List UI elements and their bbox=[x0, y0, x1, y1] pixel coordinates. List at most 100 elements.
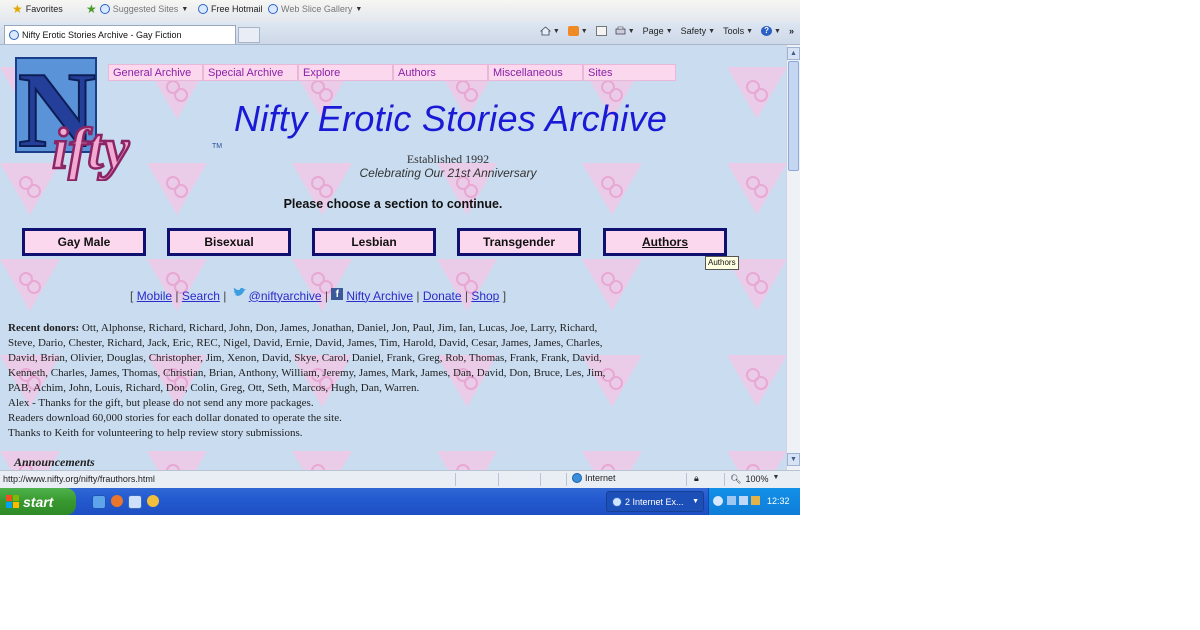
nav-authors[interactable]: Authors bbox=[393, 64, 488, 81]
ie-page-icon bbox=[99, 4, 110, 14]
vertical-scrollbar[interactable]: ▲ ▼ bbox=[786, 45, 800, 470]
favorites-star-icon: ★ bbox=[12, 2, 23, 16]
section-gay-male-button[interactable]: Gay Male bbox=[22, 228, 146, 256]
tools-menu-label: Tools bbox=[723, 26, 745, 36]
read-mail-button[interactable] bbox=[595, 26, 607, 36]
internet-explorer-task[interactable]: 2 Internet Ex... ▼ bbox=[606, 491, 704, 512]
quick-launch bbox=[92, 495, 159, 509]
task-label: 2 Internet Ex... bbox=[625, 496, 684, 507]
trademark-mark: TM bbox=[212, 143, 222, 150]
free-hotmail-link[interactable]: Free Hotmail bbox=[198, 4, 263, 14]
help-button[interactable]: ? ▼ bbox=[761, 26, 781, 36]
zoom-control[interactable]: 🔍︎ 100% ▼ bbox=[730, 474, 779, 485]
safety-menu-label: Safety bbox=[680, 26, 707, 36]
chevron-down-icon: ▼ bbox=[772, 474, 780, 481]
mobile-link[interactable]: Mobile bbox=[137, 289, 172, 303]
page-menu[interactable]: Page ▼ bbox=[643, 26, 673, 36]
background-triangle-icon bbox=[727, 67, 786, 119]
background-triangle-icon bbox=[582, 259, 642, 311]
authors-tooltip: Authors bbox=[705, 256, 739, 270]
top-nav: General Archive Special Archive Explore … bbox=[108, 64, 676, 82]
page-menu-label: Page bbox=[642, 26, 664, 36]
media-quicklaunch-icon[interactable] bbox=[147, 495, 159, 507]
scroll-thumb[interactable] bbox=[788, 61, 799, 171]
tab-row: Nifty Erotic Stories Archive - Gay Ficti… bbox=[0, 22, 800, 45]
firefox-quicklaunch-icon[interactable] bbox=[111, 495, 123, 507]
globe-icon bbox=[572, 473, 582, 483]
add-favorite-icon[interactable]: ★ bbox=[86, 3, 97, 15]
protected-mode-icon[interactable]: 🔒︎ bbox=[694, 473, 699, 484]
printer-icon bbox=[615, 26, 626, 35]
suggested-sites-label: Suggested Sites bbox=[112, 4, 179, 14]
scroll-down-button[interactable]: ▼ bbox=[787, 453, 800, 466]
ie-page-icon bbox=[268, 4, 278, 14]
quick-links: [ Mobile | Search | @niftyarchive | f Nif… bbox=[130, 285, 506, 303]
ie-quicklaunch-icon[interactable] bbox=[92, 495, 106, 509]
background-triangle-icon bbox=[147, 259, 207, 311]
desktop-quicklaunch-icon[interactable] bbox=[128, 495, 142, 509]
shop-link[interactable]: Shop bbox=[471, 289, 499, 303]
tab-title: Nifty Erotic Stories Archive - Gay Ficti… bbox=[22, 30, 182, 40]
print-button[interactable]: ▼ bbox=[615, 26, 635, 36]
web-slice-gallery-link[interactable]: Web Slice Gallery ▼ bbox=[268, 4, 362, 14]
tray-expand-icon[interactable] bbox=[713, 496, 723, 506]
twitter-link[interactable]: @niftyarchive bbox=[249, 289, 322, 303]
system-tray: 12:32 bbox=[708, 488, 800, 515]
donate-link[interactable]: Donate bbox=[423, 289, 462, 303]
chevron-down-icon: ▼ bbox=[355, 5, 363, 13]
background-triangle-icon bbox=[147, 451, 207, 470]
free-hotmail-label: Free Hotmail bbox=[211, 4, 263, 14]
section-authors-button[interactable]: Authors bbox=[603, 228, 727, 256]
twitter-bird-icon[interactable] bbox=[232, 285, 247, 300]
web-slice-gallery-label: Web Slice Gallery bbox=[281, 4, 353, 14]
nav-sites[interactable]: Sites bbox=[583, 64, 676, 81]
facebook-icon[interactable]: f bbox=[331, 287, 344, 300]
zoom-level: 100% bbox=[745, 474, 769, 484]
section-transgender-button[interactable]: Transgender bbox=[457, 228, 581, 256]
donors-block: Recent donors: Ott, Alphonse, Richard, R… bbox=[8, 321, 622, 441]
start-button[interactable]: start bbox=[0, 488, 76, 515]
nav-general-archive[interactable]: General Archive bbox=[108, 64, 203, 81]
suggested-sites-link[interactable]: ★ Suggested Sites ▼ bbox=[86, 3, 188, 15]
section-bisexual-button[interactable]: Bisexual bbox=[167, 228, 291, 256]
rss-icon bbox=[567, 26, 579, 36]
home-icon bbox=[539, 26, 551, 36]
safety-menu[interactable]: Safety ▼ bbox=[681, 26, 715, 36]
nav-miscellaneous[interactable]: Miscellaneous bbox=[488, 64, 583, 81]
feeds-button[interactable]: ▼ bbox=[567, 26, 588, 36]
section-lesbian-button[interactable]: Lesbian bbox=[312, 228, 436, 256]
facebook-link[interactable]: Nifty Archive bbox=[346, 289, 413, 303]
favorites-bar: ★ Favorites ★ Suggested Sites ▼ Free Hot… bbox=[0, 0, 800, 23]
nav-explore[interactable]: Explore bbox=[298, 64, 393, 81]
chevron-down-icon: ▼ bbox=[746, 27, 754, 35]
browser-tab[interactable]: Nifty Erotic Stories Archive - Gay Ficti… bbox=[4, 25, 236, 44]
mail-icon bbox=[595, 26, 607, 36]
established-text: Established 1992 bbox=[406, 152, 490, 166]
more-commands-button[interactable]: » bbox=[789, 26, 794, 36]
background-triangle-icon bbox=[437, 451, 497, 470]
nav-special-archive[interactable]: Special Archive bbox=[203, 64, 298, 81]
network-icon-2[interactable] bbox=[739, 496, 748, 505]
volume-icon[interactable] bbox=[751, 496, 760, 505]
windows-taskbar: start 2 Internet Ex... ▼ 12:32 bbox=[0, 488, 800, 515]
network-icon[interactable] bbox=[727, 496, 736, 505]
site-title: Nifty Erotic Stories Archive bbox=[234, 98, 668, 139]
donors-list: Ott, Alphonse, Richard, Richard, John, D… bbox=[8, 322, 606, 394]
background-triangle-icon bbox=[727, 451, 786, 470]
tools-menu[interactable]: Tools ▼ bbox=[723, 26, 753, 36]
chevron-down-icon: ▼ bbox=[665, 27, 673, 35]
home-button[interactable]: ▼ bbox=[539, 26, 560, 36]
start-label: start bbox=[23, 493, 54, 510]
chevron-down-icon: ▼ bbox=[552, 27, 560, 35]
scroll-up-button[interactable]: ▲ bbox=[787, 47, 800, 60]
chevron-down-icon: ▼ bbox=[708, 27, 716, 35]
chevron-down-icon: ▼ bbox=[692, 498, 699, 505]
status-url: http://www.nifty.org/nifty/frauthors.htm… bbox=[3, 474, 155, 484]
search-link[interactable]: Search bbox=[182, 289, 220, 303]
ie-page-icon bbox=[198, 4, 208, 14]
clock[interactable]: 12:32 bbox=[767, 496, 790, 506]
bracket-open: [ bbox=[130, 288, 134, 303]
status-bar: http://www.nifty.org/nifty/frauthors.htm… bbox=[0, 470, 800, 489]
favorites-button[interactable]: ★ Favorites bbox=[12, 2, 63, 16]
new-tab-button[interactable] bbox=[238, 27, 260, 43]
